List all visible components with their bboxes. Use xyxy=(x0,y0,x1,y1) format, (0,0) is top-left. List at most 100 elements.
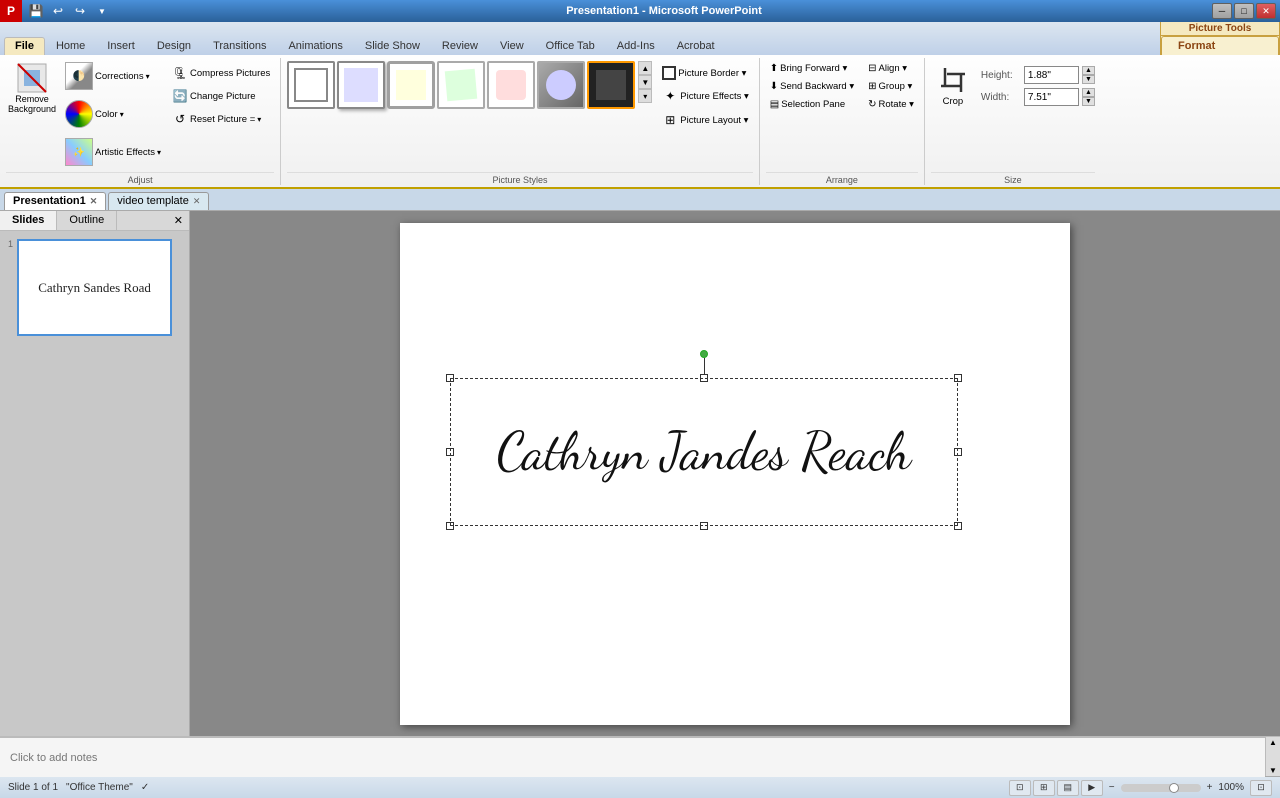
style-2[interactable] xyxy=(337,61,385,109)
picture-effects-icon: ✦ xyxy=(662,88,678,104)
tab-animations[interactable]: Animations xyxy=(277,37,353,55)
spell-check-icon[interactable]: ✓ xyxy=(141,782,149,793)
style-3[interactable] xyxy=(387,61,435,109)
tab-acrobat[interactable]: Acrobat xyxy=(666,37,726,55)
slide-panel-tabs: Slides Outline ✕ xyxy=(0,211,189,231)
zoom-slider[interactable] xyxy=(1121,784,1201,792)
tab-review[interactable]: Review xyxy=(431,37,489,55)
handle-top-left[interactable] xyxy=(446,374,454,382)
height-row: Height: ▲ ▼ xyxy=(981,66,1095,84)
send-backward-button[interactable]: ⬇ Send Backward ▾ xyxy=(766,78,858,95)
picture-border-button[interactable]: Picture Border ▾ xyxy=(658,63,752,83)
tab-design[interactable]: Design xyxy=(146,37,202,55)
height-up[interactable]: ▲ xyxy=(1082,66,1095,75)
slideshow-button[interactable]: ▶ xyxy=(1081,780,1103,796)
height-spinner: ▲ ▼ xyxy=(1082,66,1095,84)
width-up[interactable]: ▲ xyxy=(1082,88,1095,97)
tab-home[interactable]: Home xyxy=(45,37,96,55)
minimize-button[interactable]: ─ xyxy=(1212,3,1232,19)
handle-middle-left[interactable] xyxy=(446,448,454,456)
change-picture-icon: 🔄 xyxy=(172,88,188,104)
color-button[interactable]: Color▾ xyxy=(60,96,166,132)
tab-slideshow[interactable]: Slide Show xyxy=(354,37,431,55)
tab-addins[interactable]: Add-Ins xyxy=(606,37,666,55)
normal-view-button[interactable]: ⊡ xyxy=(1009,780,1031,796)
remove-background-button[interactable]: Remove Background xyxy=(6,58,58,118)
handle-middle-right[interactable] xyxy=(954,448,962,456)
fit-slide-button[interactable]: ⊡ xyxy=(1250,780,1272,796)
style-7[interactable] xyxy=(587,61,635,109)
slide-thumbnail-area: 1 Cathryn Sandes Road xyxy=(0,231,189,736)
outline-tab[interactable]: Outline xyxy=(57,211,117,230)
slide-sorter-button[interactable]: ⊞ xyxy=(1033,780,1055,796)
reset-picture-button[interactable]: ↺ Reset Picture =▾ xyxy=(168,108,274,130)
size-label: Size xyxy=(931,172,1095,185)
width-input[interactable] xyxy=(1024,88,1079,106)
picture-effects-button[interactable]: ✦ Picture Effects ▾ xyxy=(658,85,752,107)
slide-canvas[interactable]: Cathryn Jandes Reach xyxy=(400,223,1070,725)
signature-image: Cathryn Jandes Reach xyxy=(450,378,958,526)
style-6[interactable] xyxy=(537,61,585,109)
top-bar: P 💾 ↩ ↪ ▼ Presentation1 - Microsoft Powe… xyxy=(0,0,1280,22)
style-4[interactable] xyxy=(437,61,485,109)
gallery-scroll-down[interactable]: ▼ xyxy=(638,75,652,89)
close-button[interactable]: ✕ xyxy=(1256,3,1276,19)
compress-icon: 🗜 xyxy=(172,65,188,81)
notes-scroll-up[interactable]: ▲ xyxy=(1269,738,1277,747)
zoom-out-button[interactable]: − xyxy=(1109,782,1115,793)
handle-bottom-middle[interactable] xyxy=(700,522,708,530)
tab-format[interactable]: Format xyxy=(1161,36,1279,55)
bring-forward-button[interactable]: ⬆ Bring Forward ▾ xyxy=(766,60,858,77)
corrections-button[interactable]: 🌓 Corrections▾ xyxy=(60,58,166,94)
close-tab-video-template[interactable]: ✕ xyxy=(193,196,201,207)
undo-button[interactable]: ↩ xyxy=(48,1,68,21)
doc-tab-presentation1[interactable]: Presentation1 ✕ xyxy=(4,192,106,210)
style-5[interactable] xyxy=(487,61,535,109)
height-input[interactable] xyxy=(1024,66,1079,84)
zoom-in-button[interactable]: + xyxy=(1207,782,1213,793)
quickaccess-dropdown[interactable]: ▼ xyxy=(92,1,112,21)
handle-bottom-right[interactable] xyxy=(954,522,962,530)
tab-file[interactable]: File xyxy=(4,37,45,55)
status-bar: Slide 1 of 1 "Office Theme" ✓ ⊡ ⊞ ▤ ▶ − … xyxy=(0,776,1280,798)
close-tab-presentation1[interactable]: ✕ xyxy=(90,196,98,207)
picture-layout-button[interactable]: ⊞ Picture Layout ▾ xyxy=(658,109,752,131)
slides-tab[interactable]: Slides xyxy=(0,211,57,230)
align-button[interactable]: ⊟ Align ▾ xyxy=(864,60,918,77)
handle-bottom-left[interactable] xyxy=(446,522,454,530)
redo-button[interactable]: ↪ xyxy=(70,1,90,21)
width-down[interactable]: ▼ xyxy=(1082,97,1095,106)
gallery-scroll-up[interactable]: ▲ xyxy=(638,61,652,75)
save-button[interactable]: 💾 xyxy=(26,1,46,21)
tab-insert[interactable]: Insert xyxy=(96,37,146,55)
reset-icon: ↺ xyxy=(172,111,188,127)
maximize-button[interactable]: □ xyxy=(1234,3,1254,19)
height-down[interactable]: ▼ xyxy=(1082,75,1095,84)
slide-thumbnail-1[interactable]: Cathryn Sandes Road xyxy=(17,239,172,336)
gallery-expand[interactable]: ▾ xyxy=(638,89,652,103)
rotate-handle[interactable] xyxy=(700,350,708,358)
artistic-effects-button[interactable]: ✨ Artistic Effects▾ xyxy=(60,134,166,170)
rotate-button[interactable]: ↻ Rotate ▾ xyxy=(864,96,918,113)
adjust-label: Adjust xyxy=(6,172,274,185)
notes-text[interactable]: Click to add notes xyxy=(0,737,1265,777)
notes-scrollbar[interactable]: ▲ ▼ xyxy=(1265,737,1280,776)
doc-tab-video-template[interactable]: video template ✕ xyxy=(108,192,209,210)
notes-scroll-down[interactable]: ▼ xyxy=(1269,766,1277,775)
compress-pictures-button[interactable]: 🗜 Compress Pictures xyxy=(168,62,274,84)
crop-button[interactable]: Crop xyxy=(931,60,975,111)
selected-image[interactable]: Cathryn Jandes Reach xyxy=(450,378,958,526)
tab-transitions[interactable]: Transitions xyxy=(202,37,277,55)
style-simple[interactable] xyxy=(287,61,335,109)
width-spinner: ▲ ▼ xyxy=(1082,88,1095,106)
change-picture-button[interactable]: 🔄 Change Picture xyxy=(168,85,274,107)
slide-panel-close[interactable]: ✕ xyxy=(168,211,189,230)
tab-officetab[interactable]: Office Tab xyxy=(535,37,606,55)
handle-top-middle[interactable] xyxy=(700,374,708,382)
reading-view-button[interactable]: ▤ xyxy=(1057,780,1079,796)
group-button[interactable]: ⊞ Group ▾ xyxy=(864,78,918,95)
selection-pane-button[interactable]: ▤ Selection Pane xyxy=(766,96,858,113)
zoom-level: 100% xyxy=(1218,782,1244,793)
handle-top-right[interactable] xyxy=(954,374,962,382)
tab-view[interactable]: View xyxy=(489,37,535,55)
